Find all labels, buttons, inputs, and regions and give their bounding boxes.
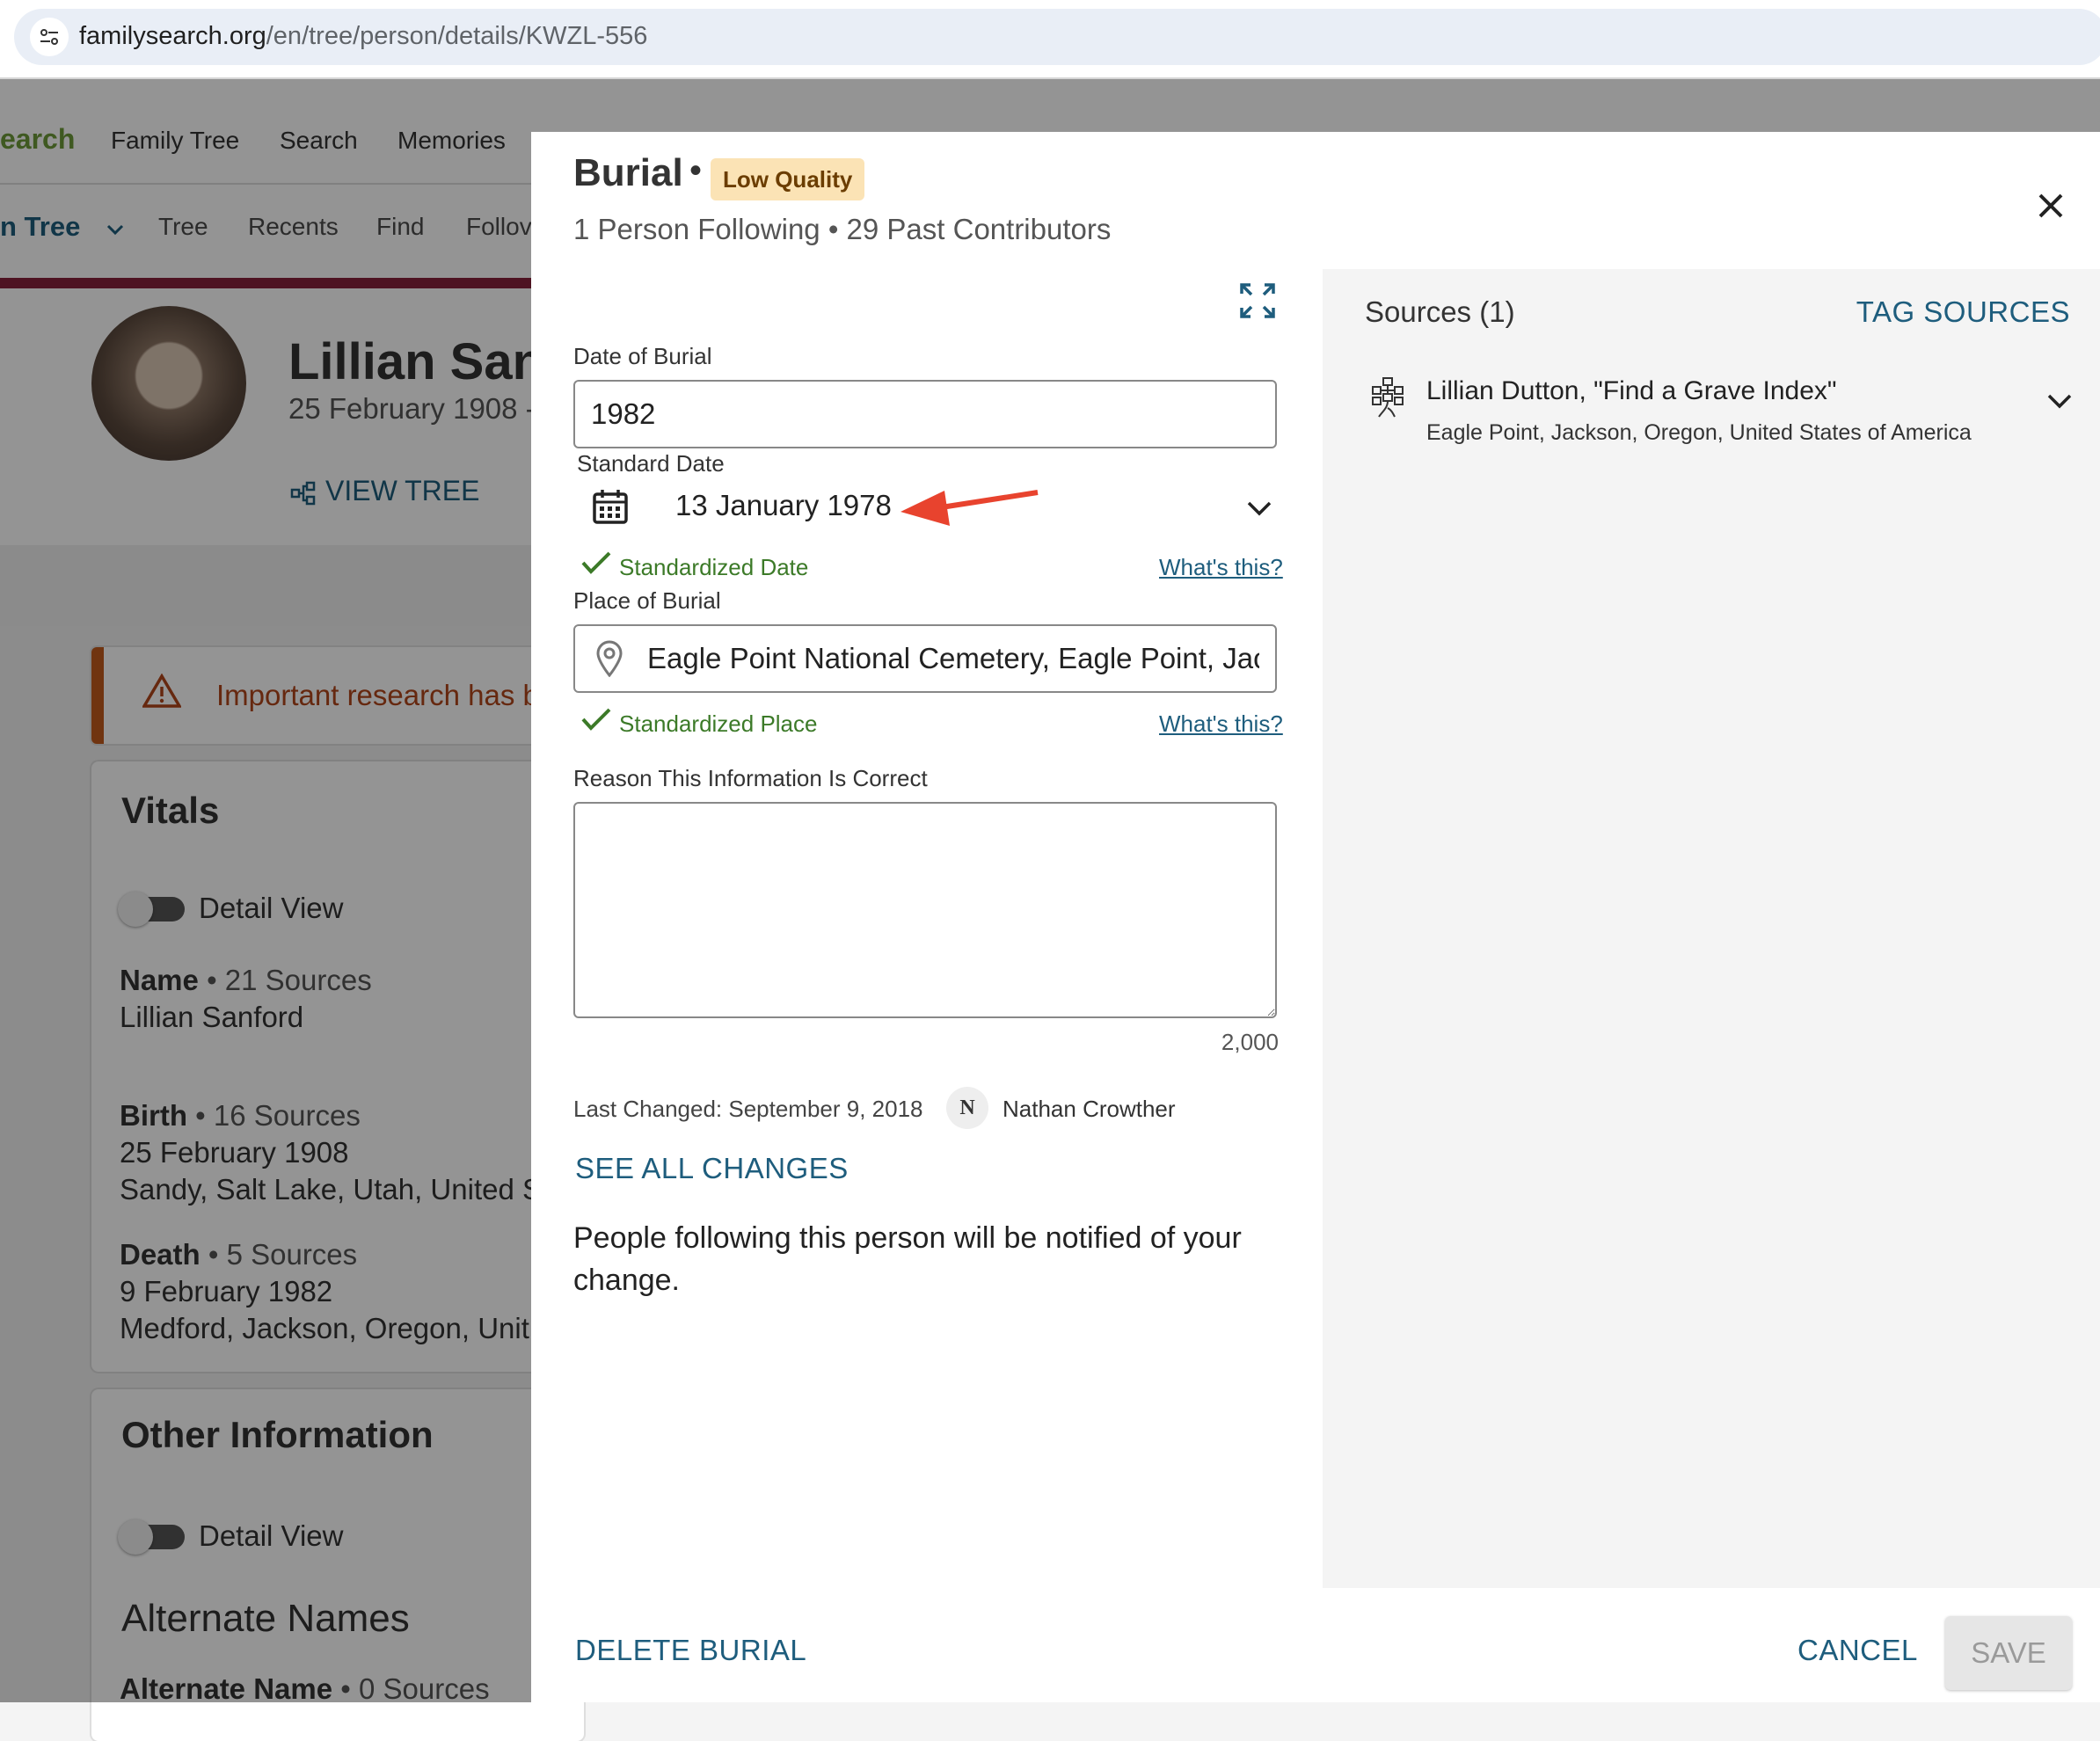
standard-date-label: Standard Date	[577, 450, 725, 477]
place-of-burial-label: Place of Burial	[573, 587, 721, 614]
standardized-place-status: Standardized Place	[619, 710, 818, 737]
close-icon[interactable]	[2026, 181, 2075, 230]
location-pin-icon	[596, 640, 623, 677]
last-changed-text: Last Changed: September 9, 2018	[573, 1096, 923, 1122]
sources-title: Sources (1)	[1365, 295, 1515, 328]
browser-toolbar: familysearch.org/en/tree/person/details/…	[0, 0, 2100, 79]
character-count: 2,000	[1221, 1029, 1279, 1055]
chevron-down-icon[interactable]	[1245, 499, 1273, 517]
notification-notice: People following this person will be not…	[573, 1221, 1242, 1297]
title-separator: •	[689, 151, 703, 190]
source-title[interactable]: Lillian Dutton, "Find a Grave Index"	[1426, 376, 1837, 406]
source-place: Eagle Point, Jackson, Oregon, United Sta…	[1426, 420, 1972, 445]
save-button[interactable]: SAVE	[1945, 1616, 2072, 1690]
expand-icon[interactable]	[1238, 281, 1277, 320]
delete-burial-button[interactable]: DELETE BURIAL	[575, 1634, 806, 1667]
low-quality-badge[interactable]: Low Quality	[711, 158, 865, 200]
contributor-name[interactable]: Nathan Crowther	[1003, 1096, 1176, 1123]
standard-date-select[interactable]: 13 January 1978	[675, 489, 892, 522]
site-settings-icon[interactable]	[30, 18, 69, 56]
sources-panel: Sources (1) TAG SOURCES Lillian Dutton, …	[1323, 269, 2100, 1588]
reason-textarea[interactable]	[573, 802, 1277, 1018]
tag-sources-button[interactable]: TAG SOURCES	[1856, 295, 2070, 329]
whats-this-place-link[interactable]: What's this?	[1159, 710, 1283, 738]
burial-edit-dialog: Burial • Low Quality 1 Person Following …	[531, 132, 2100, 1702]
url-path: /en/tree/person/details/KWZL-556	[266, 22, 648, 50]
date-of-burial-input[interactable]	[573, 380, 1277, 448]
standardized-date-status: Standardized Date	[619, 554, 809, 580]
check-icon	[581, 708, 611, 731]
whats-this-date-link[interactable]: What's this?	[1159, 554, 1283, 581]
address-bar[interactable]: familysearch.org/en/tree/person/details/…	[14, 9, 2100, 65]
check-icon	[581, 551, 611, 574]
see-all-changes-button[interactable]: SEE ALL CHANGES	[575, 1152, 849, 1185]
annotation-arrow	[901, 490, 1039, 526]
dialog-title: Burial	[573, 151, 683, 194]
calendar-icon	[593, 490, 628, 524]
chevron-down-icon[interactable]	[2045, 392, 2074, 410]
url-domain: familysearch.org	[79, 22, 266, 50]
family-tree-icon	[1372, 377, 1404, 418]
date-of-burial-label: Date of Burial	[573, 343, 712, 369]
url-text[interactable]: familysearch.org/en/tree/person/details/…	[79, 22, 647, 51]
reason-label: Reason This Information Is Correct	[573, 765, 928, 791]
cancel-button[interactable]: CANCEL	[1797, 1634, 1918, 1667]
contributor-avatar[interactable]: N	[946, 1087, 988, 1129]
place-of-burial-input[interactable]	[573, 624, 1277, 693]
dialog-subtitle: 1 Person Following • 29 Past Contributor…	[573, 213, 1112, 245]
